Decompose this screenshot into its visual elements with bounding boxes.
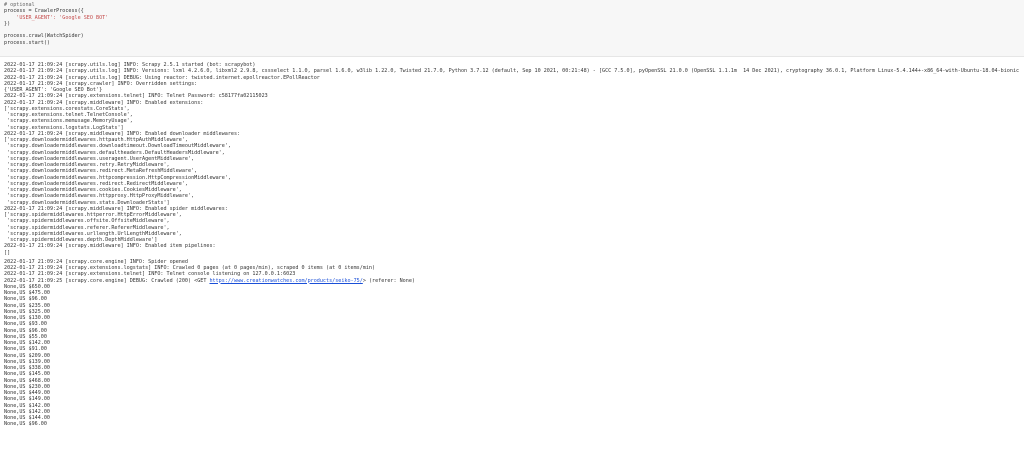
log-section-engine: 2022-01-17 21:09:24 [scrapy.core.engine]… [4,259,1024,278]
code-cell[interactable]: # optional process = CrawlerProcess({ 'U… [0,0,1024,57]
price-line: None,US $96.00 [4,421,47,428]
code-line-start: process.start() [4,39,51,46]
notebook-page: # optional process = CrawlerProcess({ 'U… [0,0,1024,468]
crawled-suffix: > (referer: None) [362,277,415,284]
crawled-url-link[interactable]: https://www.creationwatches.com/products… [209,278,362,284]
cell-output: 2022-01-17 21:09:24 [scrapy.utils.log] I… [0,62,1024,468]
price-output-list: None,US $650.00 None,US $475.00 None,US $9… [4,284,1024,428]
log-line: 2022-01-17 21:09:24 [scrapy.utils.log] I… [4,68,1020,75]
crawled-prefix: 2022-01-17 21:09:25 [scrapy.core.engine]… [4,277,210,284]
log-section-startup: 2022-01-17 21:09:24 [scrapy.utils.log] I… [4,62,1024,256]
